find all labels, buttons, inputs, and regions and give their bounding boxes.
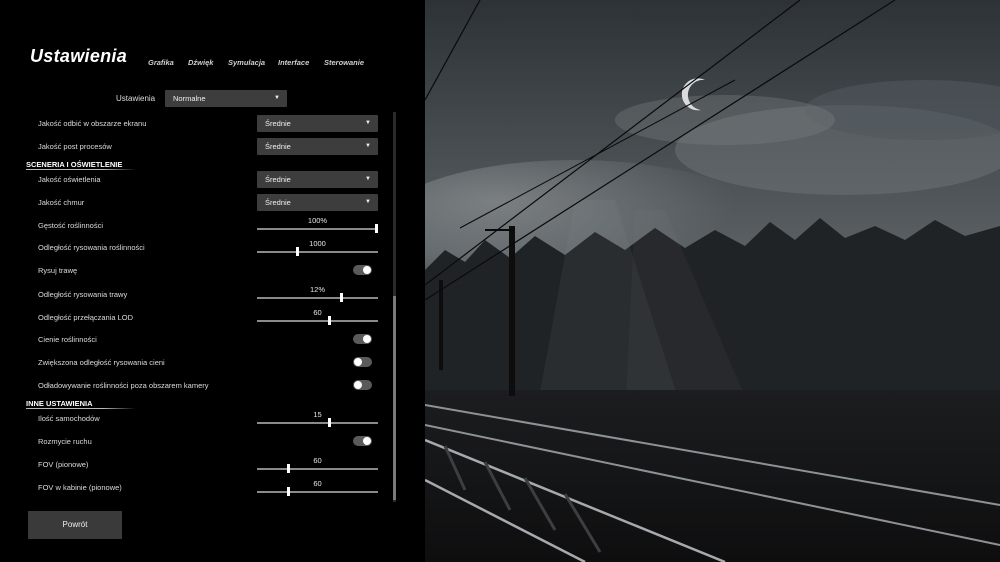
motion-blur-label: Rozmycie ruchu <box>38 437 92 446</box>
slider-track <box>257 228 378 230</box>
draw-grass-label: Rysuj trawę <box>38 266 78 275</box>
slider-value: 1000 <box>309 239 326 248</box>
fov-label: FOV (pionowe) <box>38 460 89 469</box>
slider-thumb[interactable] <box>340 293 343 302</box>
chevron-down-icon: ▼ <box>365 176 371 182</box>
motion-blur-toggle[interactable] <box>353 436 372 446</box>
cars-label: Ilość samochodów <box>38 414 100 423</box>
vegetation-shadows-toggle[interactable] <box>353 334 372 344</box>
background-scene <box>425 0 1000 562</box>
grass-distance-label: Odległość rysowania trawy <box>38 290 128 299</box>
slider-thumb[interactable] <box>328 316 331 325</box>
scrollbar-thumb[interactable] <box>393 296 396 500</box>
slider-thumb[interactable] <box>375 224 378 233</box>
chevron-down-icon: ▼ <box>365 120 371 126</box>
slider-value: 100% <box>307 216 328 225</box>
lighting-label: Jakość oświetlenia <box>38 175 101 184</box>
slider-track <box>257 297 378 299</box>
slider-track <box>257 422 378 424</box>
postprocess-value: Średnie <box>265 142 291 151</box>
tab-graphics[interactable]: Grafika <box>148 58 174 67</box>
vegetation-distance-label: Odległość rysowania roślinności <box>38 243 145 252</box>
preset-dropdown[interactable]: Normalne ▼ <box>165 90 287 107</box>
offscreen-vegetation-label: Odładowywanie roślinności poza obszarem … <box>38 381 209 390</box>
draw-grass-toggle[interactable] <box>353 265 372 275</box>
lod-distance-label: Odległość przełączania LOD <box>38 313 134 322</box>
reflections-value: Średnie <box>265 119 291 128</box>
slider-track <box>257 491 378 493</box>
slider-thumb[interactable] <box>296 247 299 256</box>
vegetation-density-label: Gęstość roślinności <box>38 221 104 230</box>
clouds-label: Jakość chmur <box>38 198 85 207</box>
settings-panel: Ustawienia Grafika Dźwięk Symulacja Inte… <box>0 0 425 562</box>
grass-distance-slider[interactable]: 12% <box>257 285 378 302</box>
lod-distance-slider[interactable]: 60 <box>257 308 378 325</box>
toggle-knob <box>354 358 362 366</box>
shadow-distance-toggle[interactable] <box>353 357 372 367</box>
cars-slider[interactable]: 15 <box>257 410 378 427</box>
clouds-value: Średnie <box>265 198 291 207</box>
section-other-heading: INNE USTAWIENIA <box>26 399 93 408</box>
slider-track <box>257 251 378 253</box>
lighting-value: Średnie <box>265 175 291 184</box>
page-title: Ustawienia <box>30 46 128 66</box>
preset-label: Ustawienia <box>116 94 156 103</box>
tab-sound[interactable]: Dźwięk <box>188 58 213 67</box>
vegetation-shadows-label: Cienie roślinności <box>38 335 97 344</box>
toggle-knob <box>363 335 371 343</box>
fov-cabin-slider[interactable]: 60 <box>257 479 378 496</box>
postprocess-label: Jakość post procesów <box>38 142 112 151</box>
toggle-knob <box>354 381 362 389</box>
slider-value: 60 <box>313 479 322 488</box>
vegetation-distance-slider[interactable]: 1000 <box>257 239 378 256</box>
slider-value: 15 <box>313 410 322 419</box>
section-divider <box>26 408 136 409</box>
vegetation-density-slider[interactable]: 100% <box>257 216 378 233</box>
back-button[interactable]: Powrót <box>28 511 122 539</box>
slider-value: 60 <box>313 308 322 317</box>
offscreen-vegetation-toggle[interactable] <box>353 380 372 390</box>
reflections-dropdown[interactable]: Średnie ▼ <box>257 115 378 132</box>
slider-value: 60 <box>313 456 322 465</box>
toggle-knob <box>363 437 371 445</box>
shadow-distance-label: Zwiększona odległość rysowania cieni <box>38 358 165 367</box>
section-divider <box>26 169 136 170</box>
tab-interface[interactable]: Interface <box>278 58 309 67</box>
lighting-dropdown[interactable]: Średnie ▼ <box>257 171 378 188</box>
chevron-down-icon: ▼ <box>274 95 280 101</box>
slider-thumb[interactable] <box>287 464 290 473</box>
slider-value: 12% <box>309 285 325 294</box>
toggle-knob <box>363 266 371 274</box>
slider-thumb[interactable] <box>328 418 331 427</box>
postprocess-dropdown[interactable]: Średnie ▼ <box>257 138 378 155</box>
fov-cabin-label: FOV w kabinie (pionowe) <box>38 483 122 492</box>
chevron-down-icon: ▼ <box>365 199 371 205</box>
slider-thumb[interactable] <box>287 487 290 496</box>
tab-controls[interactable]: Sterowanie <box>324 58 364 67</box>
fov-slider[interactable]: 60 <box>257 456 378 473</box>
preset-value: Normalne <box>173 94 206 103</box>
tab-simulation[interactable]: Symulacja <box>228 58 265 67</box>
railway-night-image <box>425 0 1000 562</box>
section-scenery-heading: SCENERIA I OŚWIETLENIE <box>26 160 123 169</box>
clouds-dropdown[interactable]: Średnie ▼ <box>257 194 378 211</box>
chevron-down-icon: ▼ <box>365 143 371 149</box>
slider-track <box>257 468 378 470</box>
slider-track <box>257 320 378 322</box>
reflections-label: Jakość odbić w obszarze ekranu <box>38 119 147 128</box>
